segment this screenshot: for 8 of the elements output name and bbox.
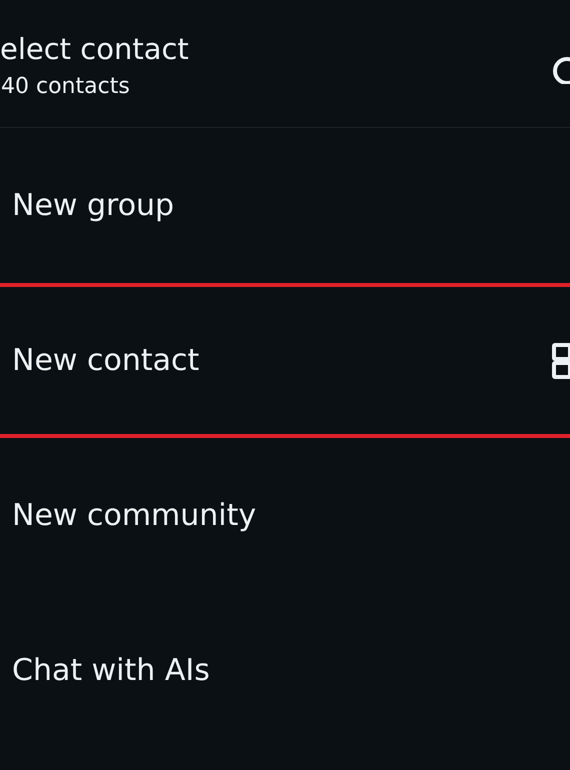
qr-code-icon[interactable] xyxy=(552,342,570,380)
screen-title: elect contact xyxy=(0,32,189,66)
menu-option[interactable]: New group xyxy=(0,128,570,283)
search-icon[interactable] xyxy=(552,54,570,84)
contact-count: 40 contacts xyxy=(0,74,131,100)
menu-option[interactable]: New community xyxy=(0,438,570,593)
menu-option[interactable]: New contact xyxy=(0,283,570,438)
menu-option[interactable]: Chat with AIs xyxy=(0,593,570,748)
